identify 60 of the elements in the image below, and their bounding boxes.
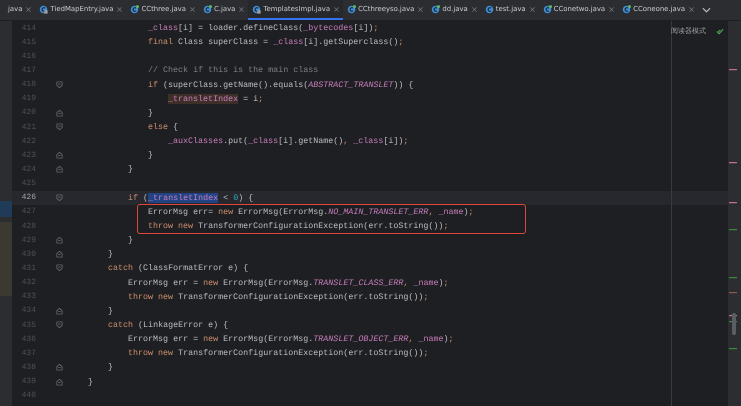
fold-marker-icon[interactable] xyxy=(56,250,63,258)
class-icon xyxy=(622,4,632,14)
code-line: } xyxy=(128,235,134,246)
chevron-down-icon[interactable] xyxy=(702,7,712,13)
fold-marker-icon[interactable] xyxy=(56,321,63,330)
code-line: _transletIndex = i; xyxy=(168,94,264,104)
checkmark-icon[interactable] xyxy=(716,28,724,34)
fold-marker-icon[interactable] xyxy=(56,378,63,386)
code-line: else { xyxy=(148,122,178,132)
line-number: 426 xyxy=(20,193,37,202)
code-line: _class[i] = loader.defineClass(_bytecodes[i]); xyxy=(148,23,378,34)
close-icon[interactable] xyxy=(117,6,122,12)
class-icon xyxy=(542,4,552,14)
code-line: } xyxy=(108,249,114,260)
fold-marker-icon[interactable] xyxy=(56,306,63,315)
code-line: } xyxy=(108,362,114,372)
code-line: catch (ClassFormatError e) { xyxy=(108,263,248,274)
fold-marker-icon[interactable] xyxy=(56,123,63,132)
code-line: ErrorMsg err= new ErrorMsg(ErrorMsg.NO_MAIN_TRANSLET_ERR, _name); xyxy=(148,206,474,217)
close-icon[interactable] xyxy=(609,6,614,12)
close-icon[interactable] xyxy=(689,6,694,12)
code-line: } xyxy=(148,150,154,160)
code-line: } xyxy=(108,306,114,316)
code-line: if (_transletIndex < 0) { xyxy=(128,192,254,203)
library-class-icon xyxy=(252,4,262,14)
class-icon xyxy=(202,4,212,14)
code-line: throw new TransformerConfigurationException(err.toString()); xyxy=(148,221,448,232)
code-line: _auxClasses.put(_class[i].getName(), _class[i]); xyxy=(168,136,408,146)
close-icon[interactable] xyxy=(190,6,195,12)
close-icon[interactable] xyxy=(239,6,244,12)
fold-marker-icon[interactable] xyxy=(56,236,63,244)
fold-marker-icon[interactable] xyxy=(56,108,63,117)
code-line: if (superClass.getName().equals(ABSTRACT_TRANSLET)) { xyxy=(148,80,414,90)
code-line: } xyxy=(128,164,134,174)
close-icon[interactable] xyxy=(418,6,424,12)
code-line: // Check if this is the main class xyxy=(148,65,318,76)
fold-marker-icon[interactable] xyxy=(56,80,63,89)
class-icon xyxy=(347,4,356,14)
code-line: throw new TransformerConfigurationException(err.toString()); xyxy=(128,292,428,302)
fold-marker-icon[interactable] xyxy=(56,194,63,202)
close-icon[interactable] xyxy=(26,6,32,12)
close-icon[interactable] xyxy=(334,6,340,12)
close-icon[interactable] xyxy=(472,6,477,12)
sidebar-marker xyxy=(0,201,12,217)
fold-marker-icon[interactable] xyxy=(56,264,63,272)
class-icon xyxy=(484,4,494,14)
fold-marker-icon[interactable] xyxy=(56,165,63,174)
code-line: } xyxy=(148,108,154,118)
fold-marker-icon[interactable] xyxy=(56,363,63,372)
code-line: ErrorMsg err = new ErrorMsg(ErrorMsg.TRANSLET_CLASS_ERR, _name); xyxy=(128,278,449,288)
code-line: } xyxy=(88,376,94,387)
fold-marker-icon[interactable] xyxy=(56,151,63,160)
code-line: final Class superClass = _class[i].getSuperclass(); xyxy=(148,37,404,48)
code-line: catch (LinkageError e) { xyxy=(108,320,228,330)
close-icon[interactable] xyxy=(530,6,535,12)
code-line: throw new TransformerConfigurationException(err.toString()); xyxy=(128,348,428,358)
library-class-icon xyxy=(39,4,48,14)
class-icon xyxy=(431,4,440,14)
class-icon xyxy=(130,4,140,14)
code-line: ErrorMsg err = new ErrorMsg(ErrorMsg.TRANSLET_OBJECT_ERR, _name); xyxy=(128,334,454,344)
